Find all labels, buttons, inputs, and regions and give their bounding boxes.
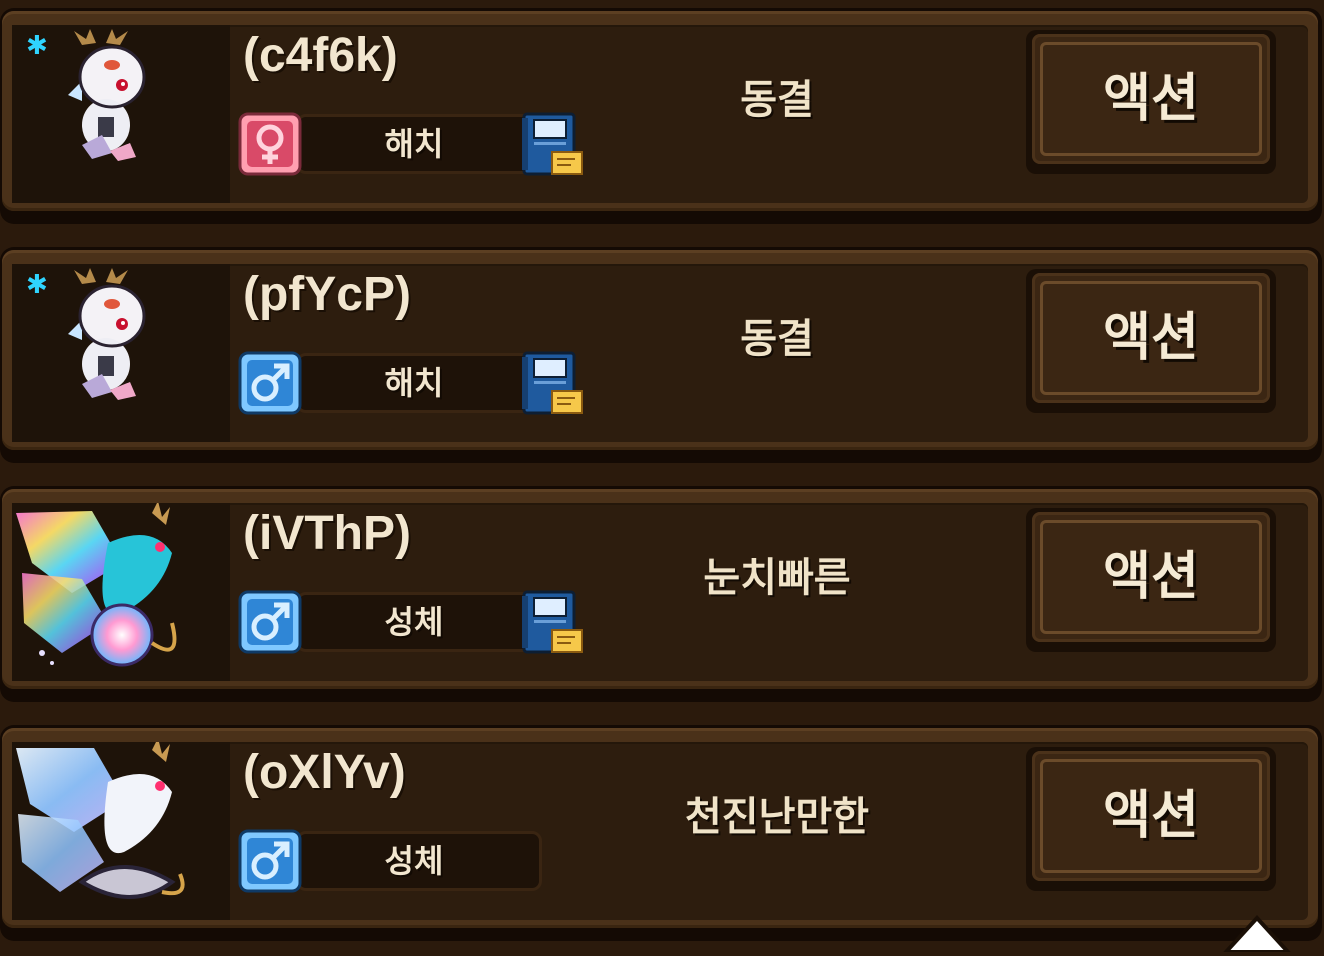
stage-label: 해치: [384, 125, 444, 163]
stage-label: 성체: [384, 603, 444, 641]
action-button-label: 액션: [1103, 308, 1199, 368]
creature-portrait[interactable]: [12, 742, 230, 920]
creature-portrait[interactable]: [12, 503, 230, 681]
chevron-up-icon: [1221, 915, 1293, 954]
journal-button[interactable]: [512, 112, 586, 182]
action-button[interactable]: 액션: [1026, 30, 1276, 174]
journal-button[interactable]: [512, 590, 586, 660]
creature-name: (c4f6k): [243, 29, 398, 82]
gender-badge: [238, 829, 302, 893]
gender-badge: [238, 112, 302, 176]
creature-status: 동결: [740, 316, 814, 362]
stage-label: 해치: [384, 364, 444, 402]
action-button-label: 액션: [1103, 786, 1199, 846]
snowflake-icon: ✱: [26, 31, 48, 61]
action-button[interactable]: 액션: [1026, 747, 1276, 891]
journal-book-icon: [522, 112, 583, 176]
male-symbol-icon: [238, 590, 302, 654]
creature-portrait[interactable]: ✱: [12, 264, 230, 442]
action-button-label: 액션: [1103, 69, 1199, 129]
creature-name: (iVThP): [243, 507, 411, 560]
creature-card: ✱ (c4f6k) 해치 동결 액션: [0, 8, 1324, 226]
journal-book-icon: [522, 351, 583, 415]
creature-card: (oXlYv) 성체 천진난만한 액션: [0, 725, 1324, 943]
female-symbol-icon: [238, 112, 302, 176]
blue-winged-dragon-icon: [16, 742, 185, 899]
gender-badge: [238, 351, 302, 415]
snowflake-icon: ✱: [26, 270, 48, 300]
stage-label: 성체: [384, 842, 444, 880]
creature-card: (iVThP) 성체 눈치빠른 액션: [0, 486, 1324, 704]
creature-status: 눈치빠른: [703, 555, 851, 601]
scroll-up-button[interactable]: [1221, 914, 1293, 956]
creature-status: 동결: [740, 77, 814, 123]
creature-name: (pfYcP): [243, 268, 411, 321]
creature-list: ✱ (c4f6k) 해치 동결 액션 ✱ (pfYcP) 해치 동결 액션 (i…: [0, 0, 1324, 952]
action-button[interactable]: 액션: [1026, 269, 1276, 413]
action-button[interactable]: 액션: [1026, 508, 1276, 652]
creature-card: ✱ (pfYcP) 해치 동결 액션: [0, 247, 1324, 465]
creature-status: 천진난만한: [685, 794, 869, 840]
journal-button[interactable]: [512, 351, 586, 421]
action-button-label: 액션: [1103, 547, 1199, 607]
creature-name: (oXlYv): [243, 746, 406, 799]
gender-badge: [238, 590, 302, 654]
male-symbol-icon: [238, 829, 302, 893]
rainbow-winged-dragon-icon: [16, 503, 177, 667]
journal-book-icon: [522, 590, 583, 654]
creature-portrait[interactable]: ✱: [12, 25, 230, 203]
male-symbol-icon: [238, 351, 302, 415]
